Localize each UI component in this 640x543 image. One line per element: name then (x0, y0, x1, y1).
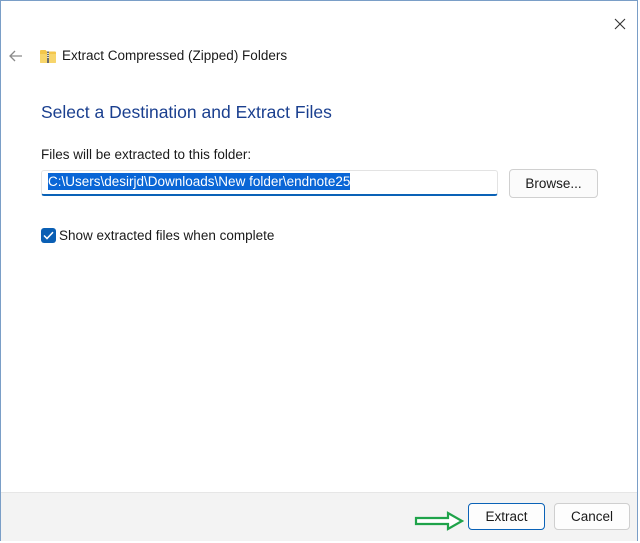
window-title: Extract Compressed (Zipped) Folders (62, 48, 288, 63)
back-arrow-icon (9, 50, 22, 62)
back-button[interactable] (5, 45, 27, 67)
close-icon (614, 18, 626, 30)
close-button[interactable] (605, 11, 635, 37)
destination-label: Files will be extracted to this folder: (41, 147, 252, 162)
destination-path-input[interactable]: C:\Users\desirjd\Downloads\New folder\en… (41, 170, 498, 196)
zipped-folder-icon (40, 50, 56, 63)
green-arrow-icon (414, 511, 464, 531)
destination-path-value: C:\Users\desirjd\Downloads\New folder\en… (48, 173, 351, 190)
page-heading: Select a Destination and Extract Files (41, 102, 332, 122)
extract-dialog: Extract Compressed (Zipped) Folders Sele… (0, 0, 638, 541)
cancel-button[interactable]: Cancel (554, 503, 630, 530)
extract-button[interactable]: Extract (468, 503, 545, 530)
show-extracted-files-label[interactable]: Show extracted files when complete (59, 228, 274, 243)
show-extracted-files-checkbox[interactable] (41, 228, 56, 243)
checkmark-icon (43, 231, 54, 240)
browse-button[interactable]: Browse... (509, 169, 598, 198)
